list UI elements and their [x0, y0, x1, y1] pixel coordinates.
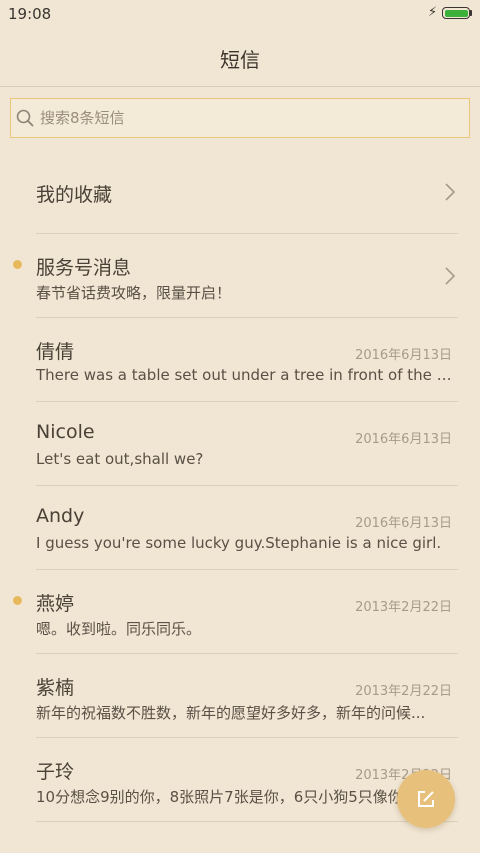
header: 短信	[0, 28, 480, 87]
service-snippet: 春节省话费攻略，限量开启！	[36, 284, 232, 302]
service-row[interactable]: 服务号消息 春节省话费攻略，限量开启！	[0, 234, 480, 318]
charging-icon: ⚡	[428, 5, 438, 20]
contact-name: 子玲	[36, 761, 75, 783]
search-input[interactable]	[40, 103, 450, 133]
conversation-row[interactable]: Andy 2016年6月13日 I guess you're some luck…	[0, 486, 480, 570]
compose-icon	[418, 791, 434, 807]
status-time: 19:08	[8, 5, 52, 23]
unread-dot	[13, 260, 22, 269]
chevron-right-icon	[445, 267, 456, 285]
contact-name: 燕婷	[36, 593, 75, 615]
status-bar: 19:08 ⚡	[0, 0, 480, 28]
contact-name: 紫楠	[36, 677, 75, 699]
battery-icon	[442, 7, 470, 19]
favorites-row[interactable]: 我的收藏	[0, 150, 480, 234]
contact-name: 倩倩	[36, 341, 75, 363]
service-name: 服务号消息	[36, 257, 132, 279]
search-icon	[16, 109, 34, 127]
message-date: 2016年6月13日	[355, 516, 452, 531]
favorites-label: 我的收藏	[36, 184, 113, 206]
unread-dot	[13, 596, 22, 605]
conversation-row[interactable]: 燕婷 2013年2月22日 嗯。收到啦。同乐同乐。	[0, 570, 480, 654]
divider	[36, 821, 458, 822]
page-title: 短信	[220, 48, 260, 72]
conversation-row[interactable]: 紫楠 2013年2月22日 新年的祝福数不胜数，新年的愿望好多好多，新年的问候.…	[0, 654, 480, 738]
message-date: 2016年6月13日	[355, 348, 452, 363]
message-snippet: 新年的祝福数不胜数，新年的愿望好多好多，新年的问候...	[36, 704, 426, 722]
message-date: 2013年2月22日	[355, 684, 452, 699]
message-snippet: 10分想念9别的你，8张照片7张是你，6只小狗5只像你	[36, 788, 403, 806]
message-snippet: I guess you're some lucky guy.Stephanie …	[36, 534, 442, 552]
contact-name: Nicole	[36, 421, 95, 443]
message-snippet: 嗯。收到啦。同乐同乐。	[36, 620, 202, 638]
message-snippet: Let's eat out,shall we?	[36, 450, 204, 468]
chevron-right-icon	[445, 183, 456, 201]
contact-name: Andy	[36, 505, 85, 527]
conversation-list: 我的收藏 服务号消息 春节省话费攻略，限量开启！ 倩倩 2016年6月13日 T…	[0, 150, 480, 822]
battery-tip	[470, 10, 472, 16]
conversation-row[interactable]: Nicole 2016年6月13日 Let's eat out,shall we…	[0, 402, 480, 486]
message-date: 2016年6月13日	[355, 432, 452, 447]
conversation-row[interactable]: 倩倩 2016年6月13日 There was a table set out …	[0, 318, 480, 402]
compose-button[interactable]	[397, 770, 455, 828]
message-date: 2013年2月22日	[355, 600, 452, 615]
message-snippet: There was a table set out under a tree i…	[36, 366, 452, 384]
